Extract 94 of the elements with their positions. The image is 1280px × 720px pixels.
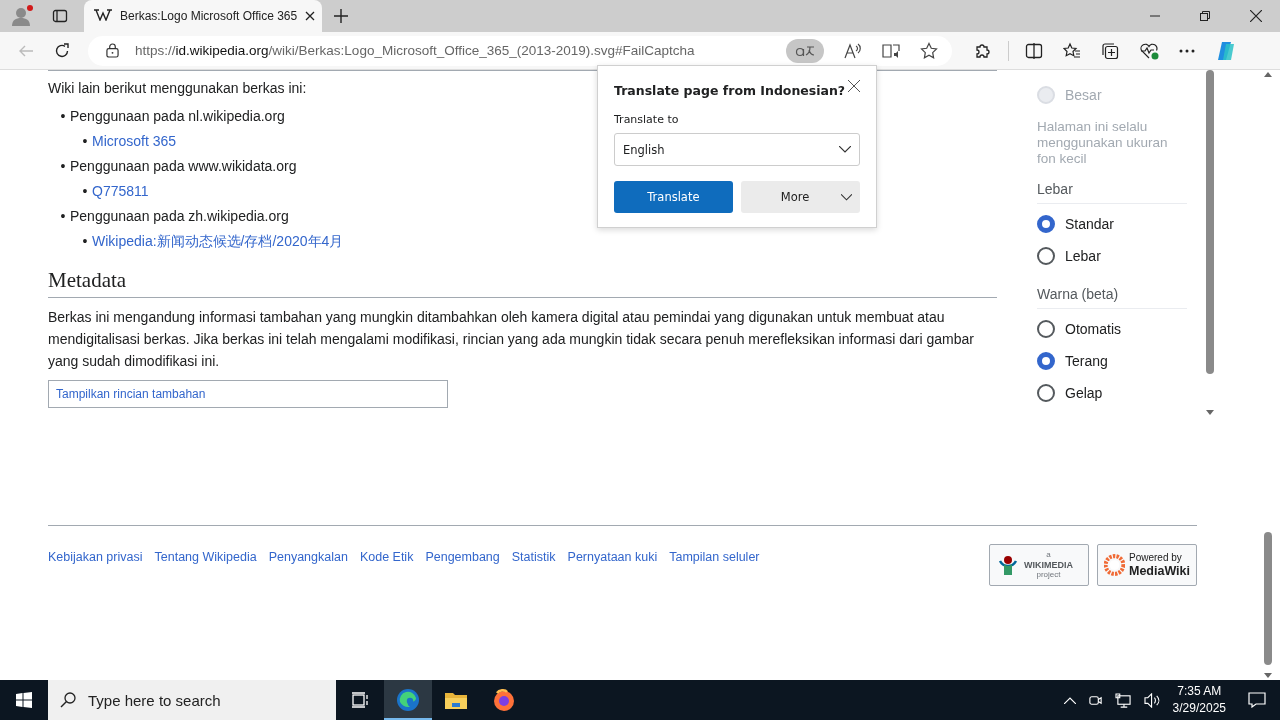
wiki-link[interactable]: Q775811: [92, 179, 149, 204]
wikimedia-badge[interactable]: a WIKIMEDIA project: [989, 544, 1089, 586]
translate-icon[interactable]: [786, 38, 824, 63]
show-details-link[interactable]: Tampilkan rincian tambahan: [48, 380, 448, 408]
browser-tab[interactable]: Berkas:Logo Microsoft Office 365: [84, 0, 322, 32]
copilot-icon[interactable]: [1215, 39, 1237, 62]
translate-button[interactable]: Translate: [614, 181, 733, 213]
footer-link[interactable]: Pengembang: [425, 550, 500, 586]
section-title: Lebar: [1037, 181, 1187, 204]
scroll-down-arrow-icon[interactable]: [1264, 673, 1272, 678]
radio-label[interactable]: Lebar: [1065, 248, 1101, 264]
footer-link[interactable]: Tentang Wikipedia: [154, 550, 257, 586]
chevron-icon: [841, 193, 852, 201]
footer-link[interactable]: Penyangkalan: [268, 550, 348, 586]
taskbar-search-field[interactable]: Type here to search: [48, 680, 336, 720]
close-icon[interactable]: [848, 80, 860, 92]
sunflower-logo-icon: [1104, 552, 1125, 578]
section-title: Warna (beta): [1037, 286, 1187, 309]
scroll-thumb[interactable]: [1264, 532, 1272, 665]
list-item-text: Penggunaan pada www.wikidata.org: [70, 157, 297, 176]
edge-icon: [396, 688, 420, 712]
section-heading: Metadata: [48, 268, 997, 298]
chevron-up-icon[interactable]: [1063, 696, 1076, 704]
wiki-link[interactable]: Microsoft 365: [92, 129, 177, 154]
star-icon[interactable]: [920, 41, 938, 60]
badge-text: WIKIMEDIA: [1024, 560, 1073, 570]
windows-logo-icon: [16, 692, 32, 708]
restore-icon[interactable]: [1200, 11, 1210, 21]
mediawiki-badge[interactable]: Powered by MediaWiki: [1097, 544, 1197, 586]
new-tab-icon[interactable]: [334, 9, 348, 23]
bullet: •: [59, 107, 67, 126]
list-item-text: Penggunaan pada nl.wikipedia.org: [70, 107, 285, 126]
bullet: •: [59, 157, 67, 176]
language-dropdown[interactable]: English: [614, 133, 860, 166]
favorites-icon[interactable]: [1063, 41, 1081, 60]
wikimedia-logo-icon: [996, 553, 1020, 577]
close-icon[interactable]: [1250, 10, 1262, 22]
badge-text: Powered by: [1129, 552, 1183, 564]
badge-text: MediaWiki: [1129, 564, 1190, 578]
more-icon[interactable]: [1179, 48, 1195, 53]
firefox-icon: [492, 688, 516, 712]
badge-text: a: [1046, 550, 1051, 560]
radio-label[interactable]: Standar: [1065, 216, 1115, 232]
puzzle-icon[interactable]: [974, 41, 992, 60]
search-icon: [60, 692, 76, 708]
radio-label[interactable]: Otomatis: [1065, 321, 1121, 337]
chevron-icon: [839, 146, 851, 153]
network-icon[interactable]: [1114, 692, 1132, 708]
heart-pulse-icon[interactable]: [1139, 41, 1159, 60]
collections-icon[interactable]: [1101, 41, 1119, 60]
close-icon[interactable]: [305, 11, 316, 21]
lock-icon[interactable]: [106, 43, 119, 58]
notification-icon[interactable]: [1248, 692, 1266, 708]
tab-actions-icon[interactable]: [52, 8, 68, 24]
field-label: Translate to: [614, 113, 680, 126]
footer-link[interactable]: Kode Etik: [359, 550, 414, 586]
url-text: https://id.wikipedia.org/wiki/Berkas:Logo_Microsoft_Office_365_(2013-2019).svg#FailCaptcha: [135, 43, 695, 58]
tab-title: Berkas:Logo Microsoft Office 365: [120, 9, 298, 23]
note-text: Halaman ini selalu menggunakan ukuran fon kecil: [1037, 119, 1169, 167]
footer-link[interactable]: Kebijakan privasi: [48, 550, 143, 586]
radio-button[interactable]: [1037, 384, 1055, 402]
wiki-link[interactable]: Wikipedia:新闻动态候选/存档/2020年4月: [92, 229, 344, 254]
radio-button[interactable]: [1037, 320, 1055, 338]
profile-icon[interactable]: [10, 4, 34, 28]
bullet: •: [81, 132, 89, 151]
badge-text: project: [1036, 570, 1061, 580]
footer-link[interactable]: Statistik: [511, 550, 556, 586]
folder-icon: [444, 690, 468, 710]
metadata-paragraph: Berkas ini mengandung informasi tambahan yang mungkin ditambahkan oleh kamera digital atau pemindai yang digunakan untuk membuat atau mendigitalisasi berkas. Jika berkas ini telah mengalami modifikasi, rincian yang ada mungkin tidak secara penuh merefleksikan informasi dari gambar yang sudah dimodifikasi ini.: [48, 308, 975, 371]
immersive-reader-icon[interactable]: [882, 42, 900, 59]
scroll-thumb[interactable]: [1206, 70, 1214, 374]
more-button[interactable]: More: [740, 181, 860, 213]
list-item-text: Penggunaan pada zh.wikipedia.org: [70, 207, 289, 226]
bullet: •: [59, 207, 67, 226]
footer-link[interactable]: Pernyataan kuki: [567, 550, 658, 586]
speaker-icon[interactable]: [1143, 692, 1161, 708]
task-view-icon: [351, 692, 369, 708]
clock-time[interactable]: 7:35 AM: [1177, 683, 1222, 700]
radio-label[interactable]: Gelap: [1065, 385, 1103, 401]
address-bar[interactable]: https://id.wikipedia.org/wiki/Berkas:Logo_Microsoft_Office_365_(2013-2019).svg#FailCaptcha: [88, 35, 952, 66]
read-aloud-icon[interactable]: [844, 42, 862, 59]
radio-button[interactable]: [1037, 352, 1055, 370]
scroll-down-arrow-icon[interactable]: [1206, 410, 1214, 415]
footer-link[interactable]: Tampilan seluler: [669, 550, 760, 586]
radio-button[interactable]: [1037, 247, 1055, 265]
scroll-up-arrow-icon[interactable]: [1264, 72, 1272, 77]
radio-button[interactable]: [1037, 215, 1055, 233]
edge-taskbar-button[interactable]: [384, 680, 432, 720]
refresh-icon[interactable]: [54, 42, 70, 59]
radio-label[interactable]: Terang: [1065, 353, 1108, 369]
clock-date[interactable]: 3/29/2025: [1172, 700, 1226, 717]
popup-title: Translate page from Indonesian?: [614, 83, 846, 98]
intro-text: Wiki lain berikut menggunakan berkas ini:: [48, 80, 307, 96]
split-screen-icon[interactable]: [1025, 41, 1043, 60]
